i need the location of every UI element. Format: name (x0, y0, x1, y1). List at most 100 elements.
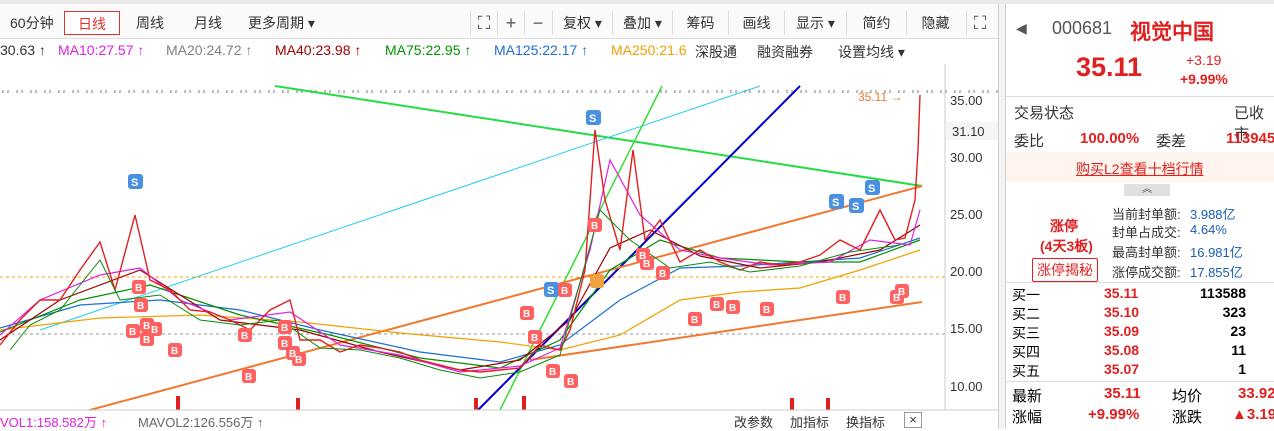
stat-value-1: 3.988亿 (1190, 207, 1236, 222)
margin-trading-button[interactable]: 融资融券 (757, 42, 813, 62)
price-tick-20: 20.00 (950, 264, 983, 279)
vol1-label: VOL1:158.582万 ↑ (0, 415, 107, 430)
stat-value-4: 17.855亿 (1190, 265, 1243, 280)
buy-marker-label: B (729, 303, 736, 314)
buy-marker-label: B (839, 293, 846, 304)
limit-up-reveal-button[interactable]: 涨停揭秘 (1032, 258, 1098, 282)
display-button[interactable]: 显示 ▾ (784, 11, 846, 35)
price-tick-35: 35.00 (950, 93, 983, 108)
buy-marker-label: B (135, 283, 142, 294)
buy-l2-link[interactable]: 购买L2查看十档行情 (1076, 159, 1204, 179)
sell-markers: S S S S S S (128, 110, 880, 297)
period-toolbar: 60分钟 日线 周线 月线 更多周期 ▾ ⛶ + − 复权 ▾ 叠加 ▾ 筹码 … (0, 4, 1000, 39)
ma20-label: MA20:24.72 ↑ (166, 42, 253, 58)
buy-marker-label: B (691, 315, 698, 326)
buy-marker-label: B (143, 321, 150, 332)
buy-marker-label: B (523, 309, 530, 320)
buy-marker-label: B (129, 327, 136, 338)
buy-marker-label: B (245, 372, 252, 383)
mavol2-label: MAVOL2:126.556万 ↑ (138, 415, 264, 430)
buy-markers: BBBB BBBBBBBBBBBBBBBBBBBB B BB BB (126, 218, 909, 388)
lock-icon[interactable]: ⛶ (470, 11, 497, 35)
buy-marker-label: B (659, 269, 666, 280)
price-tick-30: 30.00 (950, 150, 983, 165)
stat-label-3: 最高封单额: (1112, 245, 1181, 260)
svg-text:S: S (852, 201, 859, 213)
orderbook-row: 买二 35.10 323 (1012, 304, 1246, 322)
buy-marker-label: B (898, 287, 905, 298)
change-indicator-button[interactable]: 换指标 (846, 412, 885, 431)
stock-change-pct: +9.99% (1180, 71, 1228, 87)
ma125-label: MA125:22.17 ↑ (494, 42, 589, 58)
close-icon[interactable]: × (904, 412, 922, 428)
back-icon[interactable]: ◀ (1016, 20, 1027, 37)
chips-button[interactable]: 筹码 (672, 11, 728, 35)
tab-daily[interactable]: 日线 (64, 11, 120, 35)
zoom-out-icon[interactable]: − (524, 11, 551, 35)
orderbook-row: 买一 35.11 113588 (1012, 285, 1246, 303)
draw-line-button[interactable]: 画线 (728, 11, 784, 35)
hide-button[interactable]: 隐藏 (906, 11, 964, 35)
tab-60min[interactable]: 60分钟 (4, 11, 60, 35)
stock-change: +3.19 (1186, 52, 1222, 68)
stat-value-3: 16.981亿 (1190, 245, 1243, 260)
buy-marker-label: B (591, 221, 598, 232)
svg-text:S: S (547, 285, 554, 297)
buy-marker-label: B (241, 331, 248, 342)
price-tick-15: 15.00 (950, 321, 983, 336)
kline-chart[interactable]: 35.00 30.00 25.00 20.00 15.00 10.00 35.1… (0, 64, 998, 412)
svg-text:S: S (131, 177, 138, 189)
trend-line-green (274, 85, 923, 187)
shenguton-button[interactable]: 深股通 (695, 42, 737, 62)
ma10-label: MA10:27.57 ↑ (58, 42, 145, 58)
overlay-button[interactable]: 叠加 ▾ (612, 11, 672, 35)
trade-marker-t (590, 274, 604, 288)
summary-row: 涨幅 +9.99% 涨跌 ▲3.19 (1012, 406, 1274, 426)
buy-marker-label: B (531, 333, 538, 344)
panel-splitter[interactable] (998, 4, 1006, 429)
buy-marker-label: B (281, 339, 288, 350)
buy-marker-label: B (763, 305, 770, 316)
trend-line-cyan (39, 85, 761, 331)
adjust-button[interactable]: 复权 ▾ (552, 11, 612, 35)
change-params-button[interactable]: 改参数 (734, 412, 773, 431)
fullscreen-icon[interactable]: ⛶ (966, 11, 993, 35)
stock-code: 000681 (1052, 18, 1113, 38)
limit-up-title: 涨停 (1050, 218, 1078, 234)
price-tick-25: 25.00 (950, 207, 983, 222)
crosshair-value: 31.10 (952, 124, 985, 139)
weicha-label: 委差 (1156, 133, 1187, 150)
buy-marker-label: B (151, 325, 158, 336)
ma5-label: 30.63 ↑ (0, 42, 46, 58)
buy-marker-label: B (295, 355, 302, 366)
orderbook-row: 买五 35.07 1 (1012, 361, 1246, 379)
set-ma-button[interactable]: 设置均线 ▾ (838, 42, 905, 62)
quote-panel: ◀ 000681 视觉中国 35.11 +3.19 +9.99% 交易状态 已收… (1006, 4, 1274, 429)
price-candles-down (9, 209, 901, 379)
ma250-label: MA250:21.6 (611, 42, 687, 58)
collapse-chevron-icon[interactable]: ︽ (1124, 184, 1170, 196)
zoom-in-icon[interactable]: + (497, 11, 524, 35)
simple-button[interactable]: 简约 (846, 11, 906, 35)
stat-value-2: 4.64% (1190, 222, 1227, 237)
buy-marker-label: B (281, 323, 288, 334)
buy-marker-label: B (143, 335, 150, 346)
svg-text:S: S (589, 113, 596, 125)
weibi-value: 100.00% (1080, 130, 1140, 147)
buy-marker-label: B (171, 346, 178, 357)
buy-marker-label: B (643, 259, 650, 270)
tab-weekly[interactable]: 周线 (130, 11, 170, 35)
stock-name: 视觉中国 (1130, 21, 1214, 44)
marker-dots-row (0, 86, 998, 94)
tab-more-periods[interactable]: 更多周期 ▾ (242, 11, 321, 35)
add-indicator-button[interactable]: 加指标 (790, 412, 829, 431)
price-tick-10: 10.00 (950, 379, 983, 394)
orderbook-divider (1006, 282, 1274, 283)
orderbook-row: 买三 35.09 23 (1012, 323, 1246, 341)
svg-text:S: S (832, 197, 839, 209)
stat-label-4: 涨停成交额: (1112, 265, 1181, 280)
stat-label-1: 当前封单额: (1112, 207, 1181, 222)
tab-monthly[interactable]: 月线 (188, 11, 228, 35)
status-label: 交易状态 (1014, 105, 1075, 122)
buy-marker-label: B (549, 367, 556, 378)
